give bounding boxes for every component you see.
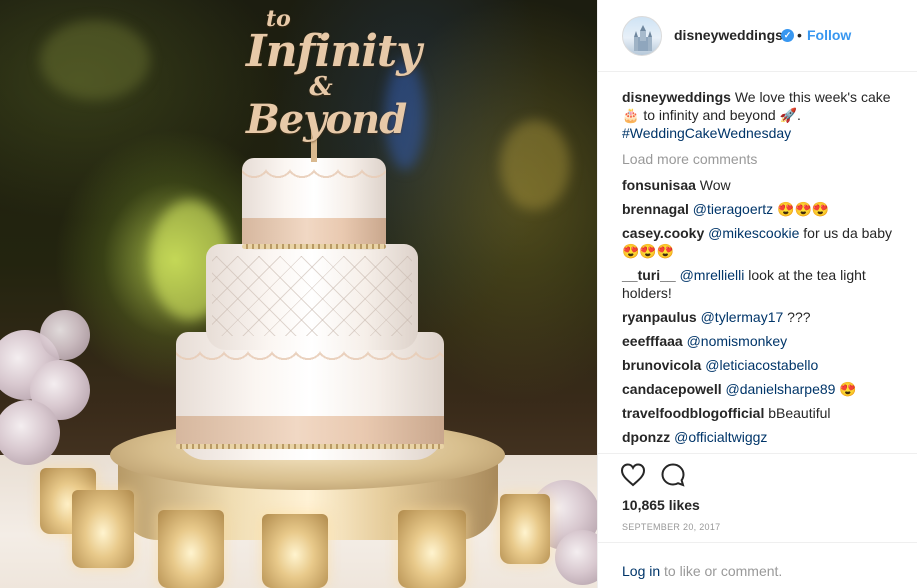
flower (40, 310, 90, 360)
comment-item: candacepowell @danielsharpe89 😍 (622, 380, 894, 398)
cake-pearls (176, 444, 444, 449)
cake-quilting (212, 256, 412, 336)
tea-light-holder (262, 514, 328, 588)
comment-item: fonsunisaa Wow (622, 176, 894, 194)
castle-icon (634, 25, 652, 51)
comment-item: travelfoodblogofficial bBeautiful (622, 404, 894, 422)
comment-mention[interactable]: @officialtwiggz (674, 429, 767, 445)
caption-username[interactable]: disneyweddings (622, 89, 731, 105)
comment-username[interactable]: brunovicola (622, 357, 701, 373)
comment-mention[interactable]: @tylermay17 (701, 309, 784, 325)
cake-ribbon (242, 218, 386, 244)
login-suffix: to like or comment. (664, 563, 783, 579)
cake-pearls (242, 244, 386, 249)
cake-tier-top (242, 158, 386, 250)
comment-mention[interactable]: @danielsharpe89 (725, 381, 835, 397)
comment-item: dponzz @officialtwiggz (622, 428, 894, 446)
post-caption: disneyweddings We love this week's cake … (622, 88, 894, 142)
post-photo[interactable]: to Infinity & Beyond (0, 0, 597, 588)
comment-text: bBeautiful (768, 405, 831, 421)
comment-item: ryanpaulus @tylermay17 ??? (622, 308, 894, 326)
login-text: Log in to like or comment. (622, 563, 782, 579)
tea-light-holder (72, 490, 134, 568)
cake-tier-bottom (176, 332, 444, 460)
post-actions: 10,865 likes SEPTEMBER 20, 2017 Log in t… (598, 453, 917, 588)
bokeh-light (500, 120, 570, 210)
tea-light-holder (158, 510, 224, 588)
comment-item: casey.cooky @mikescookie for us da baby … (622, 224, 894, 260)
load-more-comments-button[interactable]: Load more comments (622, 150, 894, 168)
comment-item: eeefffaaa @nomismonkey (622, 332, 894, 350)
comment-text: ??? (787, 309, 811, 325)
comment-username[interactable]: brennagal (622, 201, 689, 217)
comment-mention[interactable]: @mrellielli (680, 267, 745, 283)
comment-username[interactable]: casey.cooky (622, 225, 704, 241)
comment-username[interactable]: dponzz (622, 429, 670, 445)
cake-ribbon (176, 416, 444, 444)
comment-username[interactable]: __turi__ (622, 267, 676, 283)
topper-line: Infinity (246, 26, 422, 77)
comment-mention[interactable]: @leticiacostabello (705, 357, 818, 373)
heart-icon[interactable] (620, 462, 646, 488)
caption-hashtag[interactable]: #WeddingCakeWednesday (622, 125, 791, 141)
separator-dot: • (797, 27, 802, 43)
cake-drape (176, 350, 444, 376)
comment-mention[interactable]: @mikescookie (708, 225, 799, 241)
tea-light-holder (398, 510, 466, 588)
avatar[interactable] (622, 16, 662, 56)
header-username[interactable]: disneyweddings (674, 27, 783, 43)
likes-count[interactable]: 10,865 likes (622, 497, 700, 513)
comment-username[interactable]: ryanpaulus (622, 309, 697, 325)
comment-username[interactable]: fonsunisaa (622, 177, 696, 193)
login-prompt: Log in to like or comment. (598, 542, 917, 588)
comment-item: __turi__ @mrellielli look at the tea lig… (622, 266, 894, 302)
comments-list: disneyweddings We love this week's cake … (622, 88, 894, 452)
comment-text: 😍😍😍 (777, 201, 830, 217)
tea-light-holder (500, 494, 550, 564)
bokeh-light (40, 20, 150, 100)
login-link[interactable]: Log in (622, 563, 660, 579)
comment-item: brunovicola @leticiacostabello (622, 356, 894, 374)
verified-badge-icon: ✓ (781, 29, 794, 42)
comment-mention[interactable]: @nomismonkey (687, 333, 788, 349)
comment-username[interactable]: eeefffaaa (622, 333, 683, 349)
comment-text: 😍 (839, 381, 857, 397)
comment-mention[interactable]: @tieragoertz (693, 201, 773, 217)
post-sidebar: disneyweddings ✓ • Follow disneyweddings… (597, 0, 917, 588)
topper-line: Beyond (246, 96, 407, 143)
comment-text: Wow (699, 177, 731, 193)
cake-drape (242, 168, 386, 194)
comment-username[interactable]: travelfoodblogofficial (622, 405, 764, 421)
follow-button[interactable]: Follow (807, 27, 851, 43)
post-header: disneyweddings ✓ • Follow (598, 0, 917, 72)
comment-bubble-icon[interactable] (660, 462, 686, 488)
comment-username[interactable]: candacepowell (622, 381, 722, 397)
comment-item: brennagal @tieragoertz 😍😍😍 (622, 200, 894, 218)
post-date: SEPTEMBER 20, 2017 (622, 522, 721, 532)
cake-tier-middle (206, 244, 418, 350)
cake-topper: to Infinity & Beyond (246, 8, 422, 143)
